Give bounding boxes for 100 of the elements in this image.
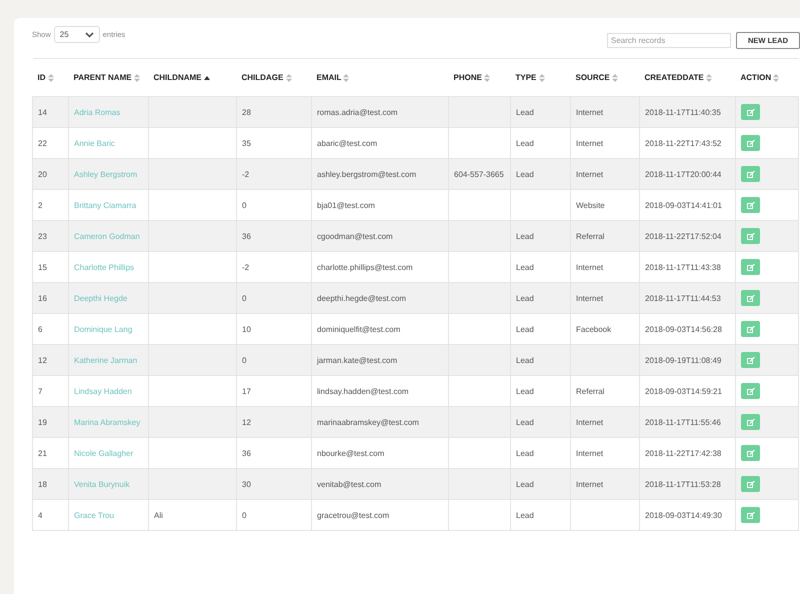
edit-button[interactable]: [741, 507, 760, 523]
table-cell: 2018-11-22T17:43:52: [645, 138, 722, 148]
table-cell: 2018-11-17T11:44:53: [645, 294, 721, 302]
edit-button[interactable]: [741, 290, 760, 306]
table-cell: 14: [38, 108, 47, 116]
table-cell: venitab@test.com: [317, 480, 382, 488]
table-cell: Lead: [516, 262, 534, 272]
table-cell: Facebook: [576, 324, 612, 334]
table-cell: dominiquelfit@test.com: [317, 324, 400, 334]
entries-select[interactable]: 25: [54, 26, 100, 43]
table-cell: Internet: [576, 170, 604, 178]
table-cell: 2: [38, 200, 42, 210]
edit-button[interactable]: [741, 259, 760, 275]
table-cell: 0: [242, 294, 246, 302]
table-cell: -2: [242, 170, 250, 178]
table-cell: 2018-09-03T14:41:01: [645, 200, 722, 210]
table-cell: 28: [242, 108, 251, 116]
table-cell: Internet: [576, 418, 604, 426]
table-cell: nbourke@test.com: [317, 448, 384, 458]
table-cell: 12: [242, 418, 251, 426]
edit-button[interactable]: [741, 104, 760, 120]
table-cell: marinaabramskey@test.com: [317, 418, 419, 426]
table-cell: Internet: [576, 108, 604, 116]
table-cell: 20: [38, 170, 47, 178]
edit-button[interactable]: [741, 197, 760, 213]
table-cell: Internet: [576, 480, 604, 488]
table-cell: 2018-11-17T20:00:44: [645, 170, 722, 178]
table-cell: 604-557-3665: [454, 170, 504, 178]
table-cell: 21: [38, 448, 47, 458]
parent-name-link[interactable]: Grace Trou: [74, 510, 114, 520]
edit-icon: [746, 108, 754, 116]
table-cell: 4: [38, 510, 42, 520]
edit-button[interactable]: [741, 321, 760, 337]
table-cell: ashley.bergstrom@test.com: [317, 170, 416, 178]
table-cell: 2018-09-03T14:59:21: [645, 386, 722, 396]
table-cell: Website: [576, 200, 605, 210]
edit-button[interactable]: [741, 228, 760, 244]
table-cell: abaric@test.com: [317, 138, 378, 148]
parent-name-link[interactable]: Adria Romas: [74, 108, 120, 116]
table-cell: Internet: [576, 262, 604, 272]
table-cell: -2: [242, 262, 250, 272]
edit-icon: [746, 326, 754, 332]
table-cell: 30: [242, 480, 251, 488]
table-cell: 2018-11-17T11:55:46: [645, 418, 721, 426]
table-cell: 15: [38, 262, 47, 272]
table-cell: Lead: [516, 386, 534, 396]
table-cell: Referral: [576, 386, 604, 396]
edit-button[interactable]: [741, 352, 760, 368]
table-cell: 0: [242, 356, 246, 364]
table-cell: 10: [242, 324, 251, 334]
table-cell: 2018-11-22T17:52:04: [645, 232, 722, 240]
table-cell: Lead: [516, 356, 534, 364]
table-cell: 17: [242, 386, 251, 396]
caret-icon: [84, 32, 94, 38]
table-cell: 2018-09-19T11:08:49: [645, 356, 722, 364]
search-field[interactable]: Search records: [607, 33, 731, 48]
edit-button[interactable]: [741, 414, 760, 430]
table-cell: 35: [242, 138, 251, 148]
table-cell: Lead: [516, 418, 534, 426]
table-cell: 2018-09-03T14:56:28: [645, 324, 722, 334]
table-cell: deepthi.hegde@test.com: [317, 294, 406, 302]
table-cell: Internet: [576, 138, 604, 148]
table-cell: 12: [38, 356, 47, 364]
table-cell: Lead: [516, 510, 534, 520]
table-cell: romas.adria@test.com: [317, 108, 398, 116]
table-cell: Referral: [576, 232, 604, 240]
edit-icon: [746, 356, 754, 364]
table-cell: Lead: [516, 480, 534, 488]
table-cell: bja01@test.com: [317, 200, 375, 210]
edit-icon: [746, 202, 754, 208]
table-cell: lindsay.hadden@test.com: [317, 386, 409, 396]
edit-icon: [746, 140, 754, 146]
table-cell: 2018-11-17T11:43:38: [645, 262, 721, 272]
table-cell: charlotte.phillips@test.com: [317, 262, 413, 272]
table-cell: Internet: [576, 448, 604, 458]
table-cell: Lead: [516, 108, 534, 116]
edit-button[interactable]: [741, 135, 760, 151]
edit-button[interactable]: [741, 476, 760, 492]
table-cell: Lead: [516, 324, 534, 334]
edit-button[interactable]: [741, 166, 760, 182]
table-cell: gracetrou@test.com: [317, 510, 390, 520]
table-cell: 0: [242, 510, 246, 520]
table-cell: Lead: [516, 448, 534, 458]
parent-name-link[interactable]: Annie Baric: [74, 138, 115, 148]
edit-icon: [746, 512, 754, 518]
edit-button[interactable]: [741, 383, 760, 399]
table-cell: 0: [242, 200, 246, 210]
table-cell: 19: [38, 418, 47, 426]
parent-name-link[interactable]: Deepthi Hegde: [74, 294, 128, 302]
edit-button[interactable]: [741, 445, 760, 461]
table-cell: Lead: [516, 232, 534, 240]
table-cell: 22: [38, 138, 47, 148]
edit-icon: [746, 232, 754, 240]
table-cell: 7: [38, 386, 42, 396]
table-cell: 36: [242, 448, 251, 458]
table-cell: cgoodman@test.com: [317, 232, 393, 240]
edit-icon: [746, 264, 754, 270]
table-cell: 2018-11-17T11:40:35: [645, 108, 721, 116]
edit-icon: [746, 294, 754, 302]
table-cell: Ali: [154, 510, 163, 520]
